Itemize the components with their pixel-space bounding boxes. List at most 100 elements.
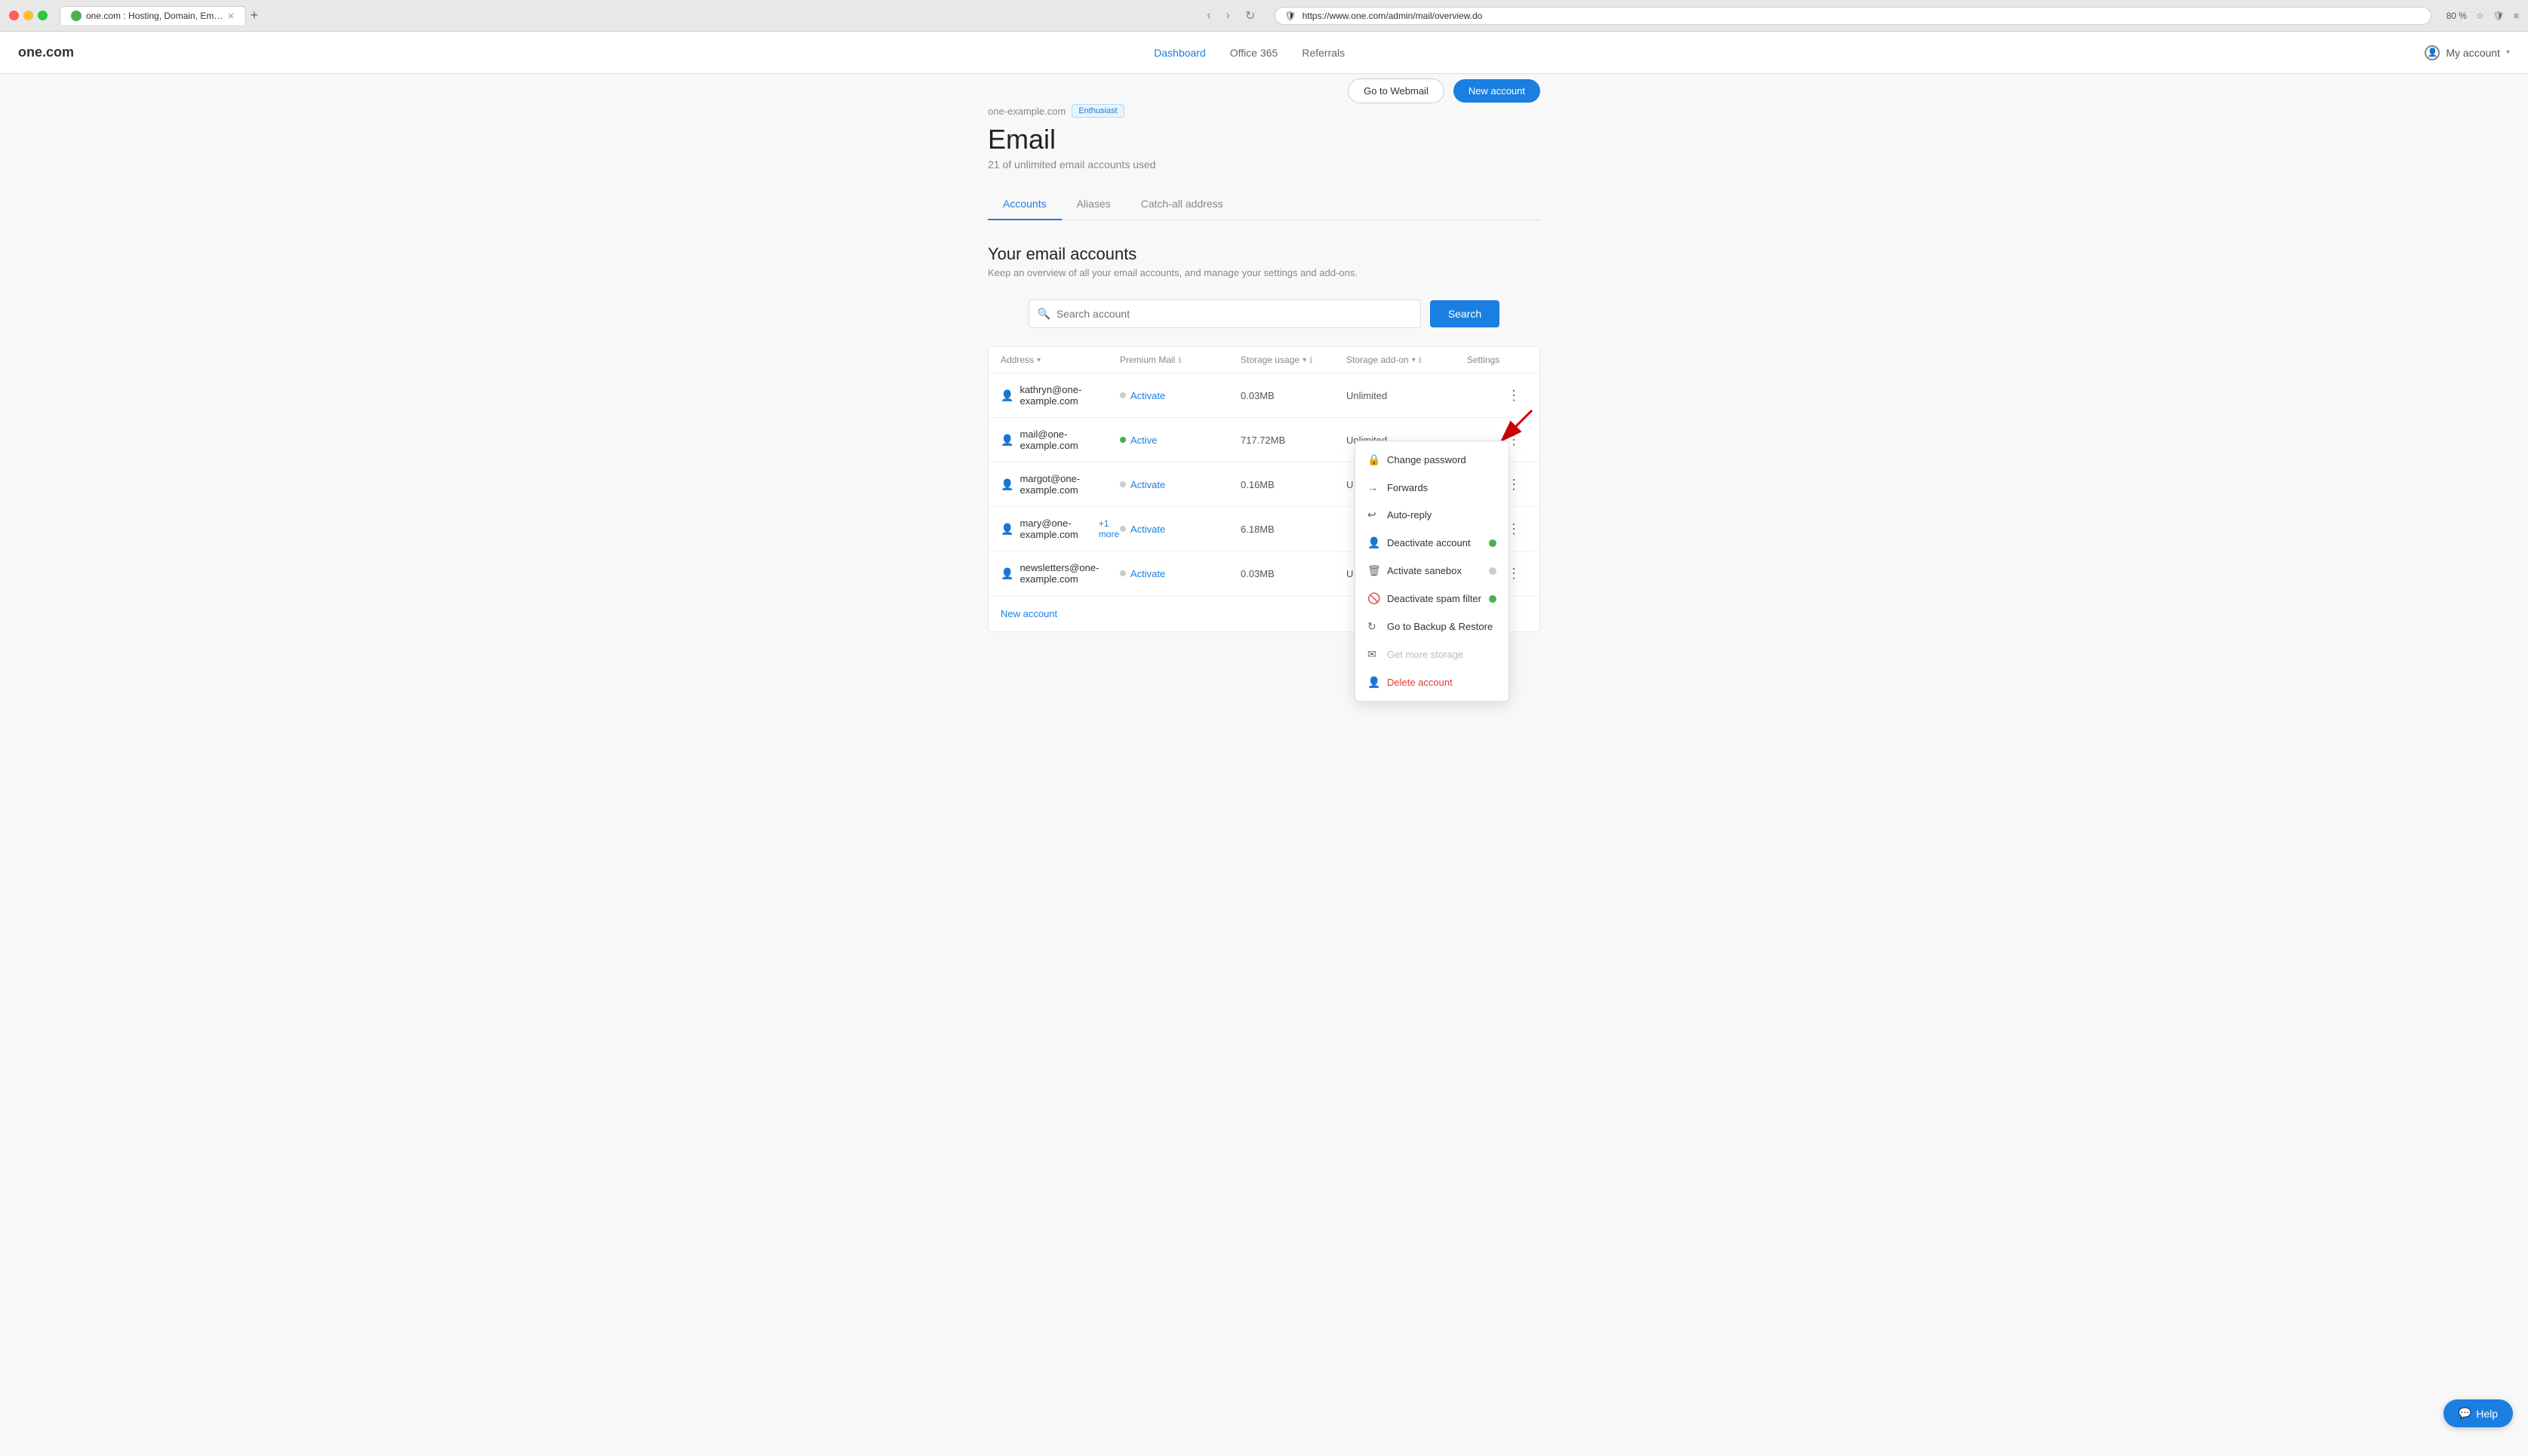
search-button[interactable]: Search	[1430, 300, 1499, 327]
search-input-wrap: 🔍	[1029, 299, 1421, 328]
traffic-lights	[9, 11, 48, 20]
tab-favicon	[71, 11, 81, 21]
menu-item-label: Get more storage	[1387, 649, 1463, 660]
zoom-level: 80 %	[2447, 11, 2467, 21]
address-bar[interactable]: 🛡 https://www.one.com/admin/mail/overvie…	[1275, 7, 2431, 25]
storage-sort-icon[interactable]: ▾	[1302, 356, 1306, 364]
menu-item-label: Activate sanebox	[1387, 565, 1462, 576]
close-button[interactable]	[9, 11, 19, 20]
search-input[interactable]	[1029, 299, 1421, 328]
back-button[interactable]: ‹	[1202, 8, 1215, 24]
nav-office365[interactable]: Office 365	[1230, 47, 1278, 59]
extensions-icon[interactable]: 🛡	[2493, 11, 2505, 21]
toggle-off[interactable]	[1489, 567, 1496, 575]
email-icon: 👤	[1001, 478, 1013, 491]
bookmark-icon[interactable]: ☆	[2476, 11, 2484, 21]
plan-badge: Enthusiast	[1072, 104, 1124, 118]
new-account-button[interactable]: New account	[1453, 79, 1540, 103]
addon-info-icon[interactable]: ℹ	[1419, 355, 1422, 365]
fullscreen-button[interactable]	[38, 11, 48, 20]
my-account-label: My account	[2446, 47, 2500, 59]
email-cell: 👤 kathryn@one-example.com	[1001, 384, 1120, 407]
premium-status[interactable]: Activate	[1130, 479, 1165, 490]
status-dot	[1120, 437, 1126, 443]
table-row: 👤 mail@one-example.com Active 717.72MB U…	[989, 418, 1539, 462]
plus-more-label: +1 more	[1099, 518, 1120, 539]
toggle-spam-on[interactable]	[1489, 595, 1496, 603]
go-to-webmail-button[interactable]: Go to Webmail	[1348, 78, 1444, 103]
menu-backup-restore[interactable]: ↻ Go to Backup & Restore	[1355, 613, 1508, 640]
col-settings: Settings	[1467, 355, 1527, 365]
user-avatar-icon: 👤	[2425, 45, 2440, 60]
status-dot	[1120, 570, 1126, 576]
nav-referrals[interactable]: Referrals	[1302, 47, 1345, 59]
premium-status[interactable]: Activate	[1130, 568, 1165, 579]
browser-tab[interactable]: one.com : Hosting, Domain, Em… ✕	[60, 6, 246, 25]
premium-status[interactable]: Activate	[1130, 390, 1165, 401]
storage-cell: 0.03MB	[1241, 390, 1346, 401]
premium-info-icon[interactable]: ℹ	[1178, 355, 1181, 365]
status-cell: Activate	[1120, 568, 1241, 579]
premium-status[interactable]: Active	[1130, 435, 1157, 446]
status-cell: Active	[1120, 435, 1241, 446]
close-tab-icon[interactable]: ✕	[227, 11, 234, 21]
menu-icon[interactable]: ≡	[2514, 11, 2519, 21]
my-account-menu[interactable]: 👤 My account ▾	[2425, 45, 2510, 60]
title-section: Go to Webmail New account Email 21 of un…	[988, 124, 1540, 189]
storage-cell: 0.16MB	[1241, 479, 1346, 490]
tab-title: one.com : Hosting, Domain, Em…	[86, 11, 223, 21]
tab-accounts[interactable]: Accounts	[988, 189, 1062, 220]
lock-icon: 🔒	[1367, 453, 1379, 466]
logo[interactable]: one.com	[18, 45, 74, 60]
table-header: Address ▾ Premium Mail ℹ Storage usage ▾…	[989, 347, 1539, 373]
page-title: Email	[988, 124, 1540, 155]
menu-forwards[interactable]: → Forwards	[1355, 474, 1508, 501]
tab-catchall[interactable]: Catch-all address	[1126, 189, 1238, 220]
delete-icon: 👤	[1367, 676, 1379, 689]
tab-aliases[interactable]: Aliases	[1062, 189, 1126, 220]
sort-icon[interactable]: ▾	[1037, 356, 1041, 364]
storage-icon: ✉	[1367, 648, 1379, 661]
minimize-button[interactable]	[23, 11, 33, 20]
storage-info-icon[interactable]: ℹ	[1309, 355, 1312, 365]
menu-delete-account[interactable]: 👤 Delete account	[1355, 668, 1508, 696]
page-subtitle: 21 of unlimited email accounts used	[988, 158, 1540, 170]
forward-button[interactable]: ›	[1222, 8, 1235, 24]
menu-deactivate-spam[interactable]: 🚫 Deactivate spam filter	[1355, 585, 1508, 613]
addon-sort-icon[interactable]: ▾	[1412, 356, 1416, 364]
row-menu-button[interactable]: ⋮	[1501, 385, 1527, 407]
menu-change-password[interactable]: 🔒 Change password	[1355, 446, 1508, 474]
nav-dashboard[interactable]: Dashboard	[1154, 47, 1206, 59]
app-header: one.com Dashboard Office 365 Referrals 👤…	[0, 32, 2528, 74]
tab-bar: one.com : Hosting, Domain, Em… ✕ +	[60, 6, 1196, 25]
email-icon: 👤	[1001, 523, 1013, 536]
domain-name: one-example.com	[988, 106, 1066, 117]
menu-get-more-storage: ✉ Get more storage	[1355, 640, 1508, 668]
col-address: Address ▾	[1001, 355, 1120, 365]
email-cell: 👤 margot@one-example.com	[1001, 473, 1120, 496]
menu-item-label: Auto-reply	[1387, 509, 1432, 521]
title-actions: Go to Webmail New account	[1348, 78, 1540, 103]
col-addon: Storage add-on ▾ ℹ	[1346, 355, 1467, 365]
email-cell: 👤 mary@one-example.com +1 more	[1001, 518, 1120, 540]
email-cell: 👤 newsletters@one-example.com	[1001, 562, 1120, 585]
menu-deactivate-account[interactable]: 👤 Deactivate account	[1355, 529, 1508, 557]
toggle-on[interactable]	[1489, 539, 1496, 547]
storage-cell: 6.18MB	[1241, 524, 1346, 535]
settings-cell: ⋮	[1467, 385, 1527, 407]
email-icon: 👤	[1001, 389, 1013, 402]
menu-auto-reply[interactable]: ↩ Auto-reply	[1355, 501, 1508, 529]
spam-icon: 🚫	[1367, 592, 1379, 605]
email-cell: 👤 mail@one-example.com	[1001, 429, 1120, 451]
section-subtitle: Keep an overview of all your email accou…	[988, 267, 1540, 278]
status-cell: Activate	[1120, 479, 1241, 490]
help-button[interactable]: 💬 Help	[2443, 1399, 2513, 1427]
main-nav: Dashboard Office 365 Referrals	[1154, 47, 1345, 59]
menu-item-label: Forwards	[1387, 482, 1428, 493]
menu-activate-sanebox[interactable]: 🗑 Activate sanebox	[1355, 557, 1508, 585]
menu-item-label: Go to Backup & Restore	[1387, 621, 1493, 632]
premium-status[interactable]: Activate	[1130, 524, 1165, 535]
new-tab-button[interactable]: +	[251, 8, 259, 23]
reload-button[interactable]: ↻	[1241, 7, 1259, 25]
content-wrapper: one-example.com Enthusiast Go to Webmail…	[970, 104, 1558, 632]
